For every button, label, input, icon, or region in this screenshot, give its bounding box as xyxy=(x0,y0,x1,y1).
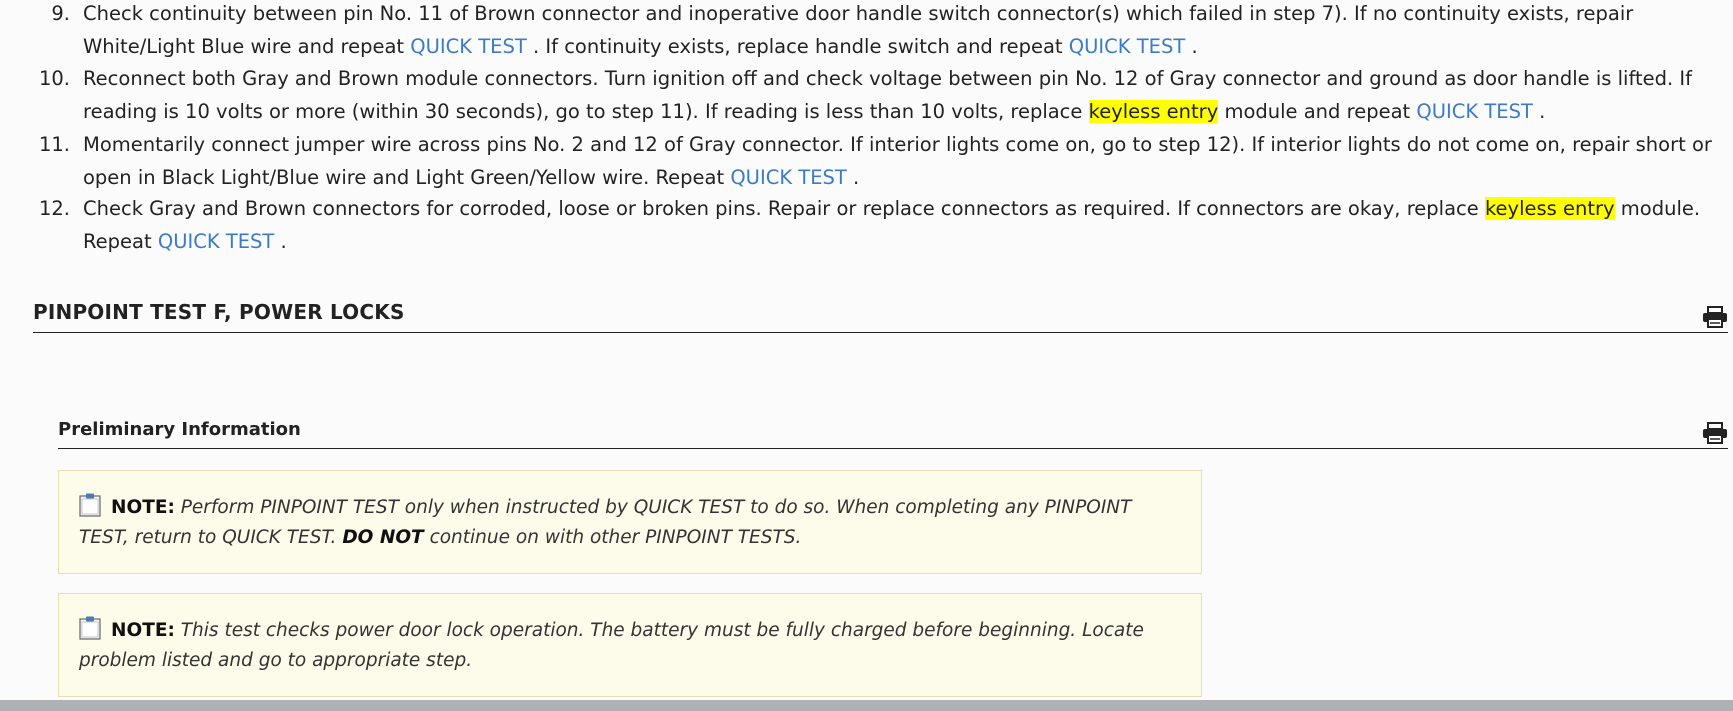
step-text: Reconnect both Gray and Brown module con… xyxy=(83,62,1713,128)
section-title: PINPOINT TEST F, POWER LOCKS xyxy=(33,300,405,324)
note-text: This test checks power door lock operati… xyxy=(79,620,1144,671)
subsection-title: Preliminary Information xyxy=(58,419,301,440)
quick-test-link[interactable]: QUICK TEST xyxy=(730,166,847,189)
search-highlight: keyless entry xyxy=(1088,100,1219,123)
printer-icon[interactable] xyxy=(1702,306,1728,328)
step-text-segment: . xyxy=(274,230,287,253)
step-number: 11. xyxy=(38,133,70,156)
quick-test-link[interactable]: QUICK TEST xyxy=(158,230,275,253)
step-text: Check continuity between pin No. 11 of B… xyxy=(83,0,1713,63)
step-number: 10. xyxy=(38,67,70,90)
note-icon xyxy=(79,616,101,640)
step-text-segment: . xyxy=(846,166,860,189)
step-text: Check Gray and Brown connectors for corr… xyxy=(83,192,1713,258)
note-label: NOTE: xyxy=(111,620,175,641)
note-box: NOTE: Perform PINPOINT TEST only when in… xyxy=(58,470,1202,574)
quick-test-link[interactable]: QUICK TEST xyxy=(410,35,527,58)
quick-test-link[interactable]: QUICK TEST xyxy=(1069,35,1186,58)
step-number: 12. xyxy=(38,197,70,220)
step-text-segment: . xyxy=(1532,100,1546,123)
search-highlight: keyless entry xyxy=(1484,197,1615,220)
step-text-segment: module and repeat xyxy=(1218,100,1417,123)
step-text-segment: Check Gray and Brown connectors for corr… xyxy=(83,197,1485,220)
note-label: NOTE: xyxy=(111,497,175,518)
note-icon xyxy=(79,493,101,517)
note-emphasis: DO NOT xyxy=(342,527,424,548)
step-text-segment: . If continuity exists, replace handle s… xyxy=(526,35,1069,58)
window-bottom-edge xyxy=(0,700,1733,711)
quick-test-link[interactable]: QUICK TEST xyxy=(1416,100,1533,123)
step-text: Momentarily connect jumper wire across p… xyxy=(83,128,1713,194)
section-header: PINPOINT TEST F, POWER LOCKS xyxy=(33,298,1728,333)
step-text-segment: . xyxy=(1185,35,1198,58)
subsection-header: Preliminary Information xyxy=(58,414,1728,449)
printer-icon[interactable] xyxy=(1702,422,1728,444)
step-number: 9. xyxy=(51,2,70,25)
note-text-tail: continue on with other PINPOINT TESTS. xyxy=(423,527,802,548)
step-text-segment: Momentarily connect jumper wire across p… xyxy=(83,133,1712,189)
note-box: NOTE: This test checks power door lock o… xyxy=(58,593,1202,697)
